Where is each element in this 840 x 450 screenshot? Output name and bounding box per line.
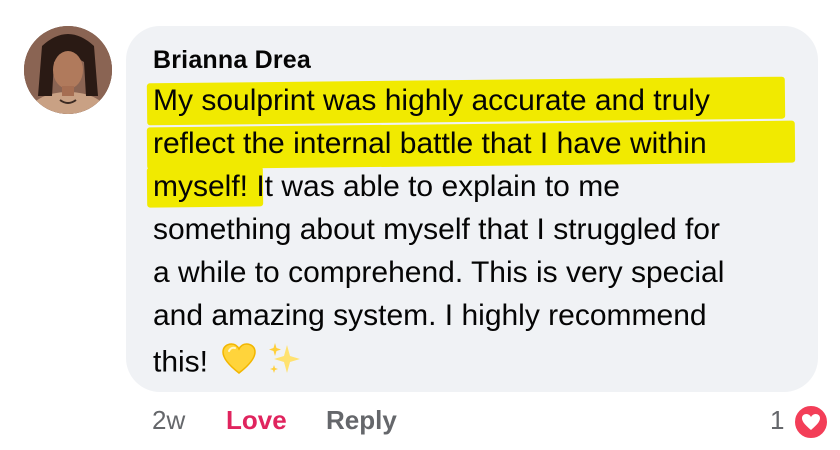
love-button[interactable]: Love	[226, 405, 287, 436]
reaction-count[interactable]: 1	[770, 405, 784, 436]
comment-timestamp[interactable]: 2w	[152, 405, 185, 436]
comment-text-line: and amazing system. I highly recommend	[153, 299, 707, 332]
comment-text-line: myself! It was able to explain to me	[153, 170, 620, 203]
comment-text-line: something about myself that I struggled …	[153, 213, 720, 246]
comment-text-line: My soulprint was highly accurate and tru…	[153, 84, 710, 117]
comment-text: this!	[153, 345, 209, 379]
comment-text-line: a while to comprehend. This is very spec…	[153, 256, 725, 289]
avatar[interactable]	[24, 26, 112, 114]
sparkles-icon	[267, 341, 303, 386]
profile-photo	[24, 26, 112, 114]
yellow-heart-icon	[222, 343, 257, 384]
comment-text-line-last: this!	[153, 341, 303, 386]
comment-text-line: reflect the internal battle that I have …	[153, 127, 707, 160]
reply-button[interactable]: Reply	[326, 405, 397, 436]
heart-icon[interactable]	[793, 404, 829, 440]
comment-author[interactable]: Brianna Drea	[153, 46, 311, 75]
